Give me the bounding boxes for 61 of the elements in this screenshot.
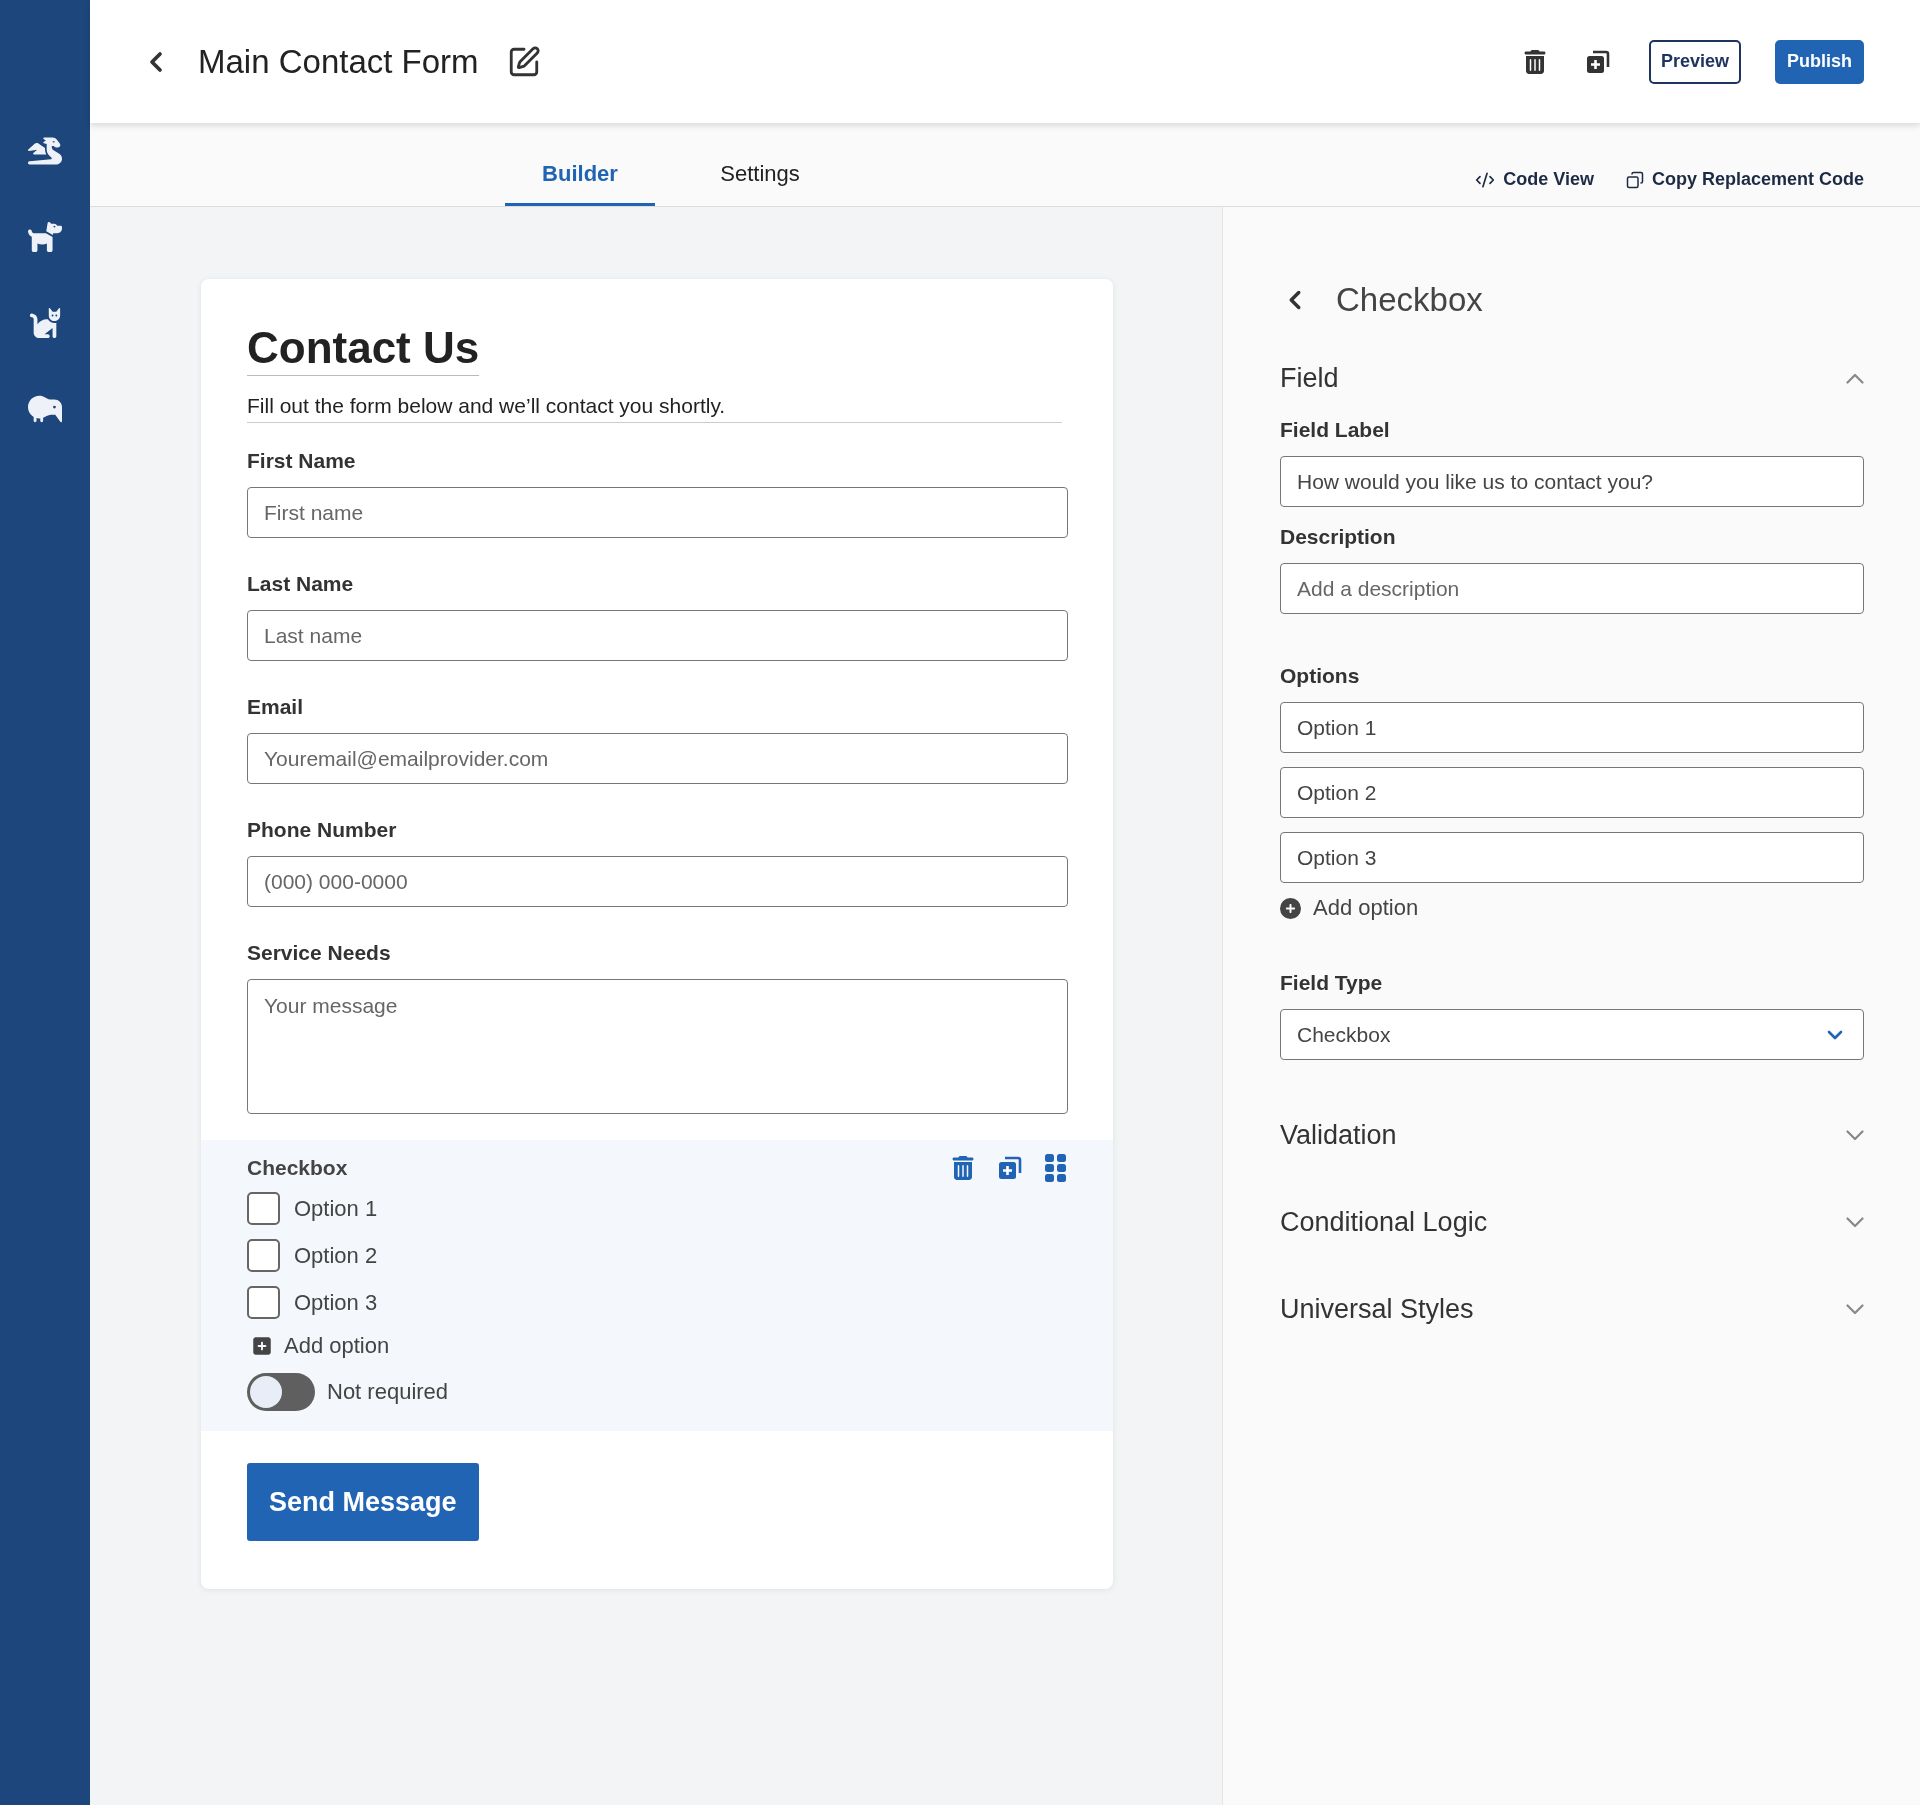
field-label: Options (1280, 664, 1361, 688)
checkbox[interactable] (247, 1192, 280, 1225)
cat-icon[interactable] (28, 306, 62, 340)
field-label: Checkbox (247, 1156, 348, 1180)
publish-button[interactable]: Publish (1775, 39, 1864, 84)
text-input[interactable]: Youremail@emailprovider.com (247, 733, 1068, 784)
copy-icon (1625, 170, 1644, 189)
send-message-button[interactable]: Send Message (247, 1463, 479, 1541)
field-label: Service Needs (247, 941, 392, 965)
field-label: Phone Number (247, 818, 398, 842)
dog-icon[interactable] (28, 220, 62, 254)
toggle-label: Not required (327, 1379, 449, 1405)
delete-icon[interactable] (1522, 49, 1547, 74)
copy-code-link[interactable]: Copy Replacement Code (1625, 169, 1864, 206)
form-title: Main Contact Form (198, 42, 479, 81)
section-header[interactable]: Validation (1280, 1120, 1864, 1151)
add-option-button[interactable]: Add option (1280, 895, 1419, 921)
field-label: Last Name (247, 572, 355, 596)
text-input[interactable]: Add a description (1280, 563, 1864, 614)
duplicate-icon (1584, 48, 1611, 75)
chevron-down-icon (1846, 1304, 1864, 1315)
field-label: Description (1280, 525, 1397, 549)
add-option-button[interactable]: Add option (247, 1333, 390, 1359)
field-label: Email (247, 695, 305, 719)
option-label: Option 1 (294, 1195, 378, 1222)
form-heading: Contact Us (247, 323, 480, 376)
chevron-down-icon (1846, 1130, 1864, 1141)
section-header[interactable]: Field (1280, 363, 1864, 394)
field-label: Field Label (1280, 418, 1391, 442)
option-label: Option 2 (294, 1242, 378, 1269)
field-label: First Name (247, 449, 357, 473)
panel-title: Checkbox (1336, 281, 1483, 319)
option-label: Option 3 (294, 1289, 378, 1316)
section-header[interactable]: Conditional Logic (1280, 1207, 1864, 1238)
text-input[interactable]: Last name (247, 610, 1068, 661)
message-textarea[interactable]: Your message (247, 979, 1068, 1114)
form-description: Fill out the form below and we’ll contact you shortly. (247, 394, 1062, 423)
toggle-switch[interactable] (247, 1373, 315, 1411)
code-view-link[interactable]: Code View (1475, 169, 1594, 206)
plus-icon (1280, 897, 1301, 919)
checkbox[interactable] (247, 1239, 280, 1272)
field-type-select[interactable]: Checkbox (1280, 1009, 1864, 1060)
field-label: Field Type (1280, 971, 1384, 995)
tab[interactable]: Settings (685, 161, 835, 206)
option-input[interactable]: Option 2 (1280, 767, 1864, 818)
checkbox-field-block[interactable]: Checkbox Option 1 Option 2 Option 3 Add option Not required (201, 1140, 1113, 1431)
option-input[interactable]: Option 3 (1280, 832, 1864, 883)
checkbox[interactable] (247, 1286, 280, 1319)
plus-icon (252, 1336, 272, 1356)
preview-button[interactable]: Preview (1648, 39, 1741, 84)
duplicate-icon (997, 1155, 1023, 1181)
text-input[interactable]: (000) 000-0000 (247, 856, 1068, 907)
grip-icon[interactable] (1045, 1154, 1067, 1182)
text-input[interactable]: First name (247, 487, 1068, 538)
text-input[interactable]: How would you like us to contact you? (1280, 456, 1864, 507)
dragon-icon[interactable] (28, 134, 62, 168)
delete-icon[interactable] (951, 1154, 975, 1182)
section-header[interactable]: Universal Styles (1280, 1294, 1864, 1325)
option-input[interactable]: Option 1 (1280, 702, 1864, 753)
chevron-up-icon (1846, 373, 1864, 384)
chevron-down-icon (1846, 1217, 1864, 1228)
